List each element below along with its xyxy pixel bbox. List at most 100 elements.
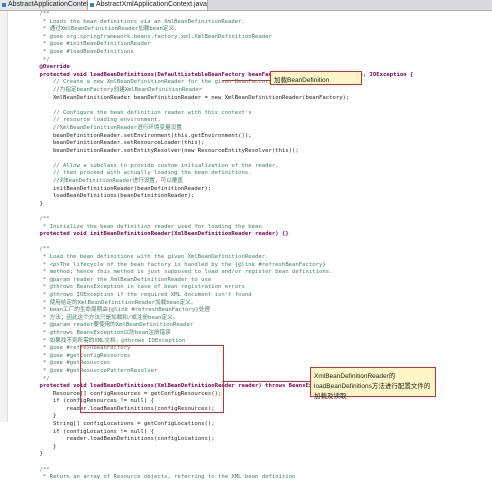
code-line[interactable]: // Allow a subclass to provide custom in… [8, 163, 492, 171]
code-line[interactable] [8, 459, 492, 467]
code-text: } [26, 200, 43, 207]
code-line[interactable]: /** [8, 216, 492, 224]
code-text: beanDefinitionReader.setResourceLoader(t… [26, 140, 205, 147]
code-line[interactable]: beanDefinitionReader.setEnvironment(this… [8, 133, 492, 141]
code-text: * @see #initBeanDefinitionReader [26, 41, 151, 48]
code-line[interactable]: * @throws BeansException以防bean注册错误 [8, 330, 492, 338]
code-text: //对BeanDefinitionReader进行设置，可以覆盖 [26, 178, 183, 185]
annotation-text: 加载BeanDefinition [274, 77, 330, 84]
code-line[interactable]: // resource loading environment. [8, 117, 492, 125]
code-text: * method; hence this method is just supp… [26, 269, 333, 276]
highlight-box [80, 345, 224, 413]
code-text: * @see #loadBeanDefinitions [26, 48, 134, 55]
code-line[interactable]: * Return an array of Resource objects, r… [8, 474, 492, 482]
code-text: } [26, 451, 43, 458]
tab-abstract-application-context[interactable]: AbstractApplicationContext.java [0, 0, 107, 10]
code-line[interactable]: * <p>The lifecycle of the bean factory i… [8, 262, 492, 270]
code-text: // resource loading environment. [26, 117, 161, 124]
code-line[interactable]: * Load the bean definitions with the giv… [8, 254, 492, 262]
code-text: } [26, 413, 57, 420]
code-text: * Load the bean definitions with the giv… [26, 254, 269, 260]
code-line[interactable]: } [8, 451, 492, 459]
code-line[interactable] [8, 239, 492, 247]
code-line[interactable]: * Initialize the bean definition reader … [8, 224, 492, 232]
code-text: beanDefinitionReader.setEntityResolver(n… [26, 147, 299, 154]
code-line[interactable]: //对BeanDefinitionReader进行设置，可以覆盖 [8, 178, 492, 186]
code-line[interactable]: //为指定beanFactory创建XmlBeanDefinitionReade… [8, 87, 492, 95]
code-text: * @throws BeansException以防bean注册错误 [26, 329, 171, 336]
code-line[interactable]: initBeanDefinitionReader(beanDefinitionR… [8, 186, 492, 194]
code-text: @Override [26, 64, 70, 71]
annotation-reader-note: XmlBeanDefinitionReader的loadBeanDefiniti… [310, 367, 436, 400]
code-line[interactable]: beanDefinitionReader.setEntityResolver(n… [8, 148, 492, 156]
code-line[interactable]: * @param reader the XmlBeanDefinitionRea… [8, 277, 492, 285]
code-text: // then proceed with actually loading th… [26, 170, 252, 177]
code-text: loadBeanDefinitions(beanDefinitionReader… [26, 193, 195, 200]
code-line[interactable]: /** [8, 246, 492, 254]
code-editor[interactable]: /** * Loads the bean definitions via an … [0, 11, 492, 480]
annotation-arrow [222, 80, 270, 81]
code-line[interactable]: * @throws IOException if the required XM… [8, 292, 492, 300]
code-text: * Return an array of Resource objects, r… [26, 474, 296, 481]
code-line[interactable]: String[] configLocations = getConfigLoca… [8, 421, 492, 429]
code-line[interactable]: /** [8, 467, 492, 475]
code-text: * @see org.springframework.beans.factory… [26, 33, 272, 40]
code-line[interactable]: * @throws BeansException in case of bean… [8, 284, 492, 292]
code-text: * @param reader要使用的XmlBeanDefinitionRead… [26, 322, 194, 329]
code-line[interactable]: */ [8, 57, 492, 65]
code-line[interactable] [8, 102, 492, 110]
code-text: /** [26, 216, 50, 223]
code-line[interactable]: * bean工厂的生命周期由{@link #refreshBeanFactory… [8, 307, 492, 315]
code-line[interactable]: * @see #initBeanDefinitionReader [8, 41, 492, 49]
code-line[interactable]: if (configLocations != null) { [8, 429, 492, 437]
code-text: * @param reader the XmlBeanDefinitionRea… [26, 276, 212, 283]
code-line[interactable]: * method; hence this method is just supp… [8, 269, 492, 277]
annotation-text: XmlBeanDefinitionReader的loadBeanDefiniti… [314, 373, 431, 400]
code-text: * 如果找不到所需的XML文档，@throws IOException [26, 337, 186, 344]
code-text: // Allow a subclass to provide custom in… [26, 162, 279, 169]
code-text: * 通过XmlBeanDefinitionReader加载bean定义。 [26, 26, 180, 33]
code-line[interactable]: // Configure the bean definition reader … [8, 110, 492, 118]
code-line[interactable] [8, 208, 492, 216]
code-line[interactable]: * @param reader要使用的XmlBeanDefinitionRead… [8, 322, 492, 330]
code-line[interactable]: XmlBeanDefinitionReader beanDefinitionRe… [8, 95, 492, 103]
code-text: */ [26, 375, 50, 382]
code-text: XmlBeanDefinitionReader beanDefinitionRe… [26, 94, 350, 101]
tab-label: AbstractXmlApplicationContext.java [96, 1, 207, 8]
code-line[interactable]: protected void loadBeanDefinitions(Defau… [8, 72, 492, 80]
code-text: * Initialize the bean definition reader … [26, 223, 262, 230]
code-text: String[] configLocations = getConfigLoca… [26, 421, 215, 428]
code-line[interactable]: reader.loadBeanDefinitions(configLocatio… [8, 436, 492, 444]
code-text: * @throws BeansException in case of bean… [26, 284, 245, 291]
code-line[interactable]: loadBeanDefinitions(beanDefinitionReader… [8, 193, 492, 201]
code-text: initBeanDefinitionReader(beanDefinitionR… [26, 185, 212, 192]
code-text: reader.loadBeanDefinitions(configLocatio… [26, 436, 215, 443]
code-text: //为指定beanFactory创建XmlBeanDefinitionReade… [26, 86, 203, 93]
code-text: //XmlBeanDefinitionReader进行环境变量设置 [26, 124, 182, 131]
code-line[interactable]: * 通过XmlBeanDefinitionReader加载bean定义。 [8, 26, 492, 34]
code-text: * bean工厂的生命周期由{@link #refreshBeanFactory… [26, 307, 210, 314]
code-line[interactable]: //XmlBeanDefinitionReader进行环境变量设置 [8, 125, 492, 133]
annotation-arrow [222, 381, 310, 382]
tab-abstract-xml-application-context[interactable]: AbstractXmlApplicationContext.java [88, 0, 208, 10]
code-text: // Configure the bean definition reader … [26, 109, 252, 116]
code-line[interactable]: } [8, 413, 492, 421]
code-text: /** [26, 11, 50, 17]
code-line[interactable]: @Override [8, 64, 492, 72]
code-line[interactable]: * 如果找不到所需的XML文档，@throws IOException [8, 338, 492, 346]
code-text: beanDefinitionReader.setEnvironment(this… [26, 132, 252, 139]
code-line[interactable]: /** [8, 11, 492, 19]
code-text: * @throws IOException if the required XM… [26, 291, 252, 298]
java-file-icon [2, 3, 6, 7]
code-line[interactable]: beanDefinitionReader.setResourceLoader(t… [8, 140, 492, 148]
code-line[interactable]: } [8, 444, 492, 452]
code-line[interactable]: * @see org.springframework.beans.factory… [8, 34, 492, 42]
code-line[interactable]: // then proceed with actually loading th… [8, 170, 492, 178]
code-line[interactable]: } [8, 201, 492, 209]
java-file-icon [90, 3, 94, 7]
code-line[interactable]: * @see #loadBeanDefinitions [8, 49, 492, 57]
code-line[interactable] [8, 155, 492, 163]
code-line[interactable]: protected void initBeanDefinitionReader(… [8, 231, 492, 239]
code-text: * <p>The lifecycle of the bean factory i… [26, 261, 326, 268]
code-text: } [26, 443, 57, 450]
